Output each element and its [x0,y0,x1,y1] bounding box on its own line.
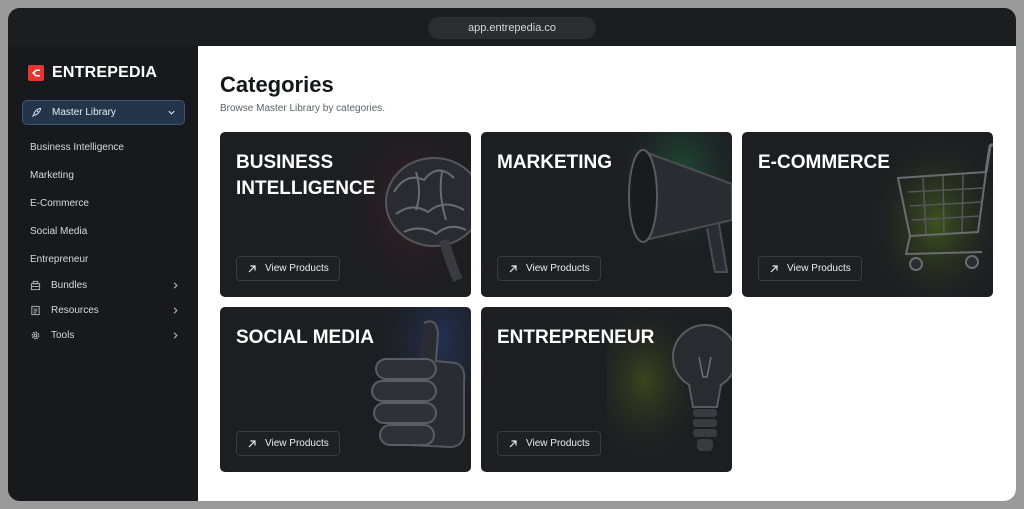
sidebar-item-business-intelligence[interactable]: Business Intelligence [30,141,124,155]
category-card-business-intelligence[interactable]: BUSINESS INTELLIGENCE View Products [220,132,471,297]
chevron-right-icon [173,331,178,339]
page-subtitle: Browse Master Library by categories. [220,103,386,114]
page-title: Categories [220,72,334,97]
rocket-icon [32,107,42,117]
view-products-button[interactable]: View Products [236,431,340,456]
sidebar-item-entrepreneur[interactable]: Entrepreneur [30,253,88,267]
button-label: View Products [265,263,329,274]
arrow-up-right-icon [248,439,256,447]
sidebar-item-label: Bundles [51,279,88,291]
brand-logo-icon [28,65,44,81]
sidebar-item-resources[interactable]: Resources [30,302,180,318]
card-title: E-COMMERCE [758,152,890,173]
sidebar-item-label: Master Library [52,107,116,118]
arrow-up-right-icon [509,264,517,272]
sidebar: ENTREPEDIA Master Library Business Intel… [8,46,198,501]
arrow-up-right-icon [770,264,778,272]
button-label: View Products [787,263,851,274]
app-window: app.entrepedia.co ENTREPEDIA Master Libr… [8,8,1016,501]
gear-icon [31,331,40,339]
view-products-button[interactable]: View Products [236,256,340,281]
url-bar[interactable]: app.entrepedia.co [428,17,596,39]
box-icon [30,280,41,290]
button-label: View Products [526,263,590,274]
sidebar-item-bundles[interactable]: Bundles [30,277,180,293]
arrow-up-right-icon [248,264,256,272]
main-content: Categories Browse Master Library by cate… [198,46,1016,501]
category-card-social-media[interactable]: SOCIAL MEDIA View Products [220,307,471,472]
view-products-button[interactable]: View Products [758,256,862,281]
brand[interactable]: ENTREPEDIA [28,64,157,82]
brand-name: ENTREPEDIA [52,64,158,81]
card-title: BUSINESS INTELLIGENCE [236,152,376,199]
sidebar-item-e-commerce[interactable]: E-Commerce [30,197,89,211]
category-card-entrepreneur[interactable]: ENTREPRENEUR View Products [481,307,732,472]
button-label: View Products [526,438,590,449]
sidebar-item-label: Tools [51,329,75,341]
sidebar-item-label: Resources [51,304,99,316]
chevron-right-icon [173,306,178,314]
card-title: SOCIAL MEDIA [236,327,374,348]
view-products-button[interactable]: View Products [497,256,601,281]
category-card-e-commerce[interactable]: E-COMMERCE View Products [742,132,993,297]
sidebar-item-marketing[interactable]: Marketing [30,169,74,183]
sidebar-item-master-library[interactable]: Master Library [22,100,185,125]
document-icon [31,305,40,315]
category-card-marketing[interactable]: MARKETING View Products [481,132,732,297]
sidebar-item-social-media[interactable]: Social Media [30,225,87,239]
browser-titlebar: app.entrepedia.co [8,8,1016,46]
button-label: View Products [265,438,329,449]
arrow-up-right-icon [509,439,517,447]
card-title: ENTREPRENEUR [497,327,655,348]
chevron-right-icon [173,281,178,289]
sidebar-item-tools[interactable]: Tools [30,327,180,343]
card-title: MARKETING [497,152,613,173]
view-products-button[interactable]: View Products [497,431,601,456]
chevron-down-icon [168,110,175,115]
